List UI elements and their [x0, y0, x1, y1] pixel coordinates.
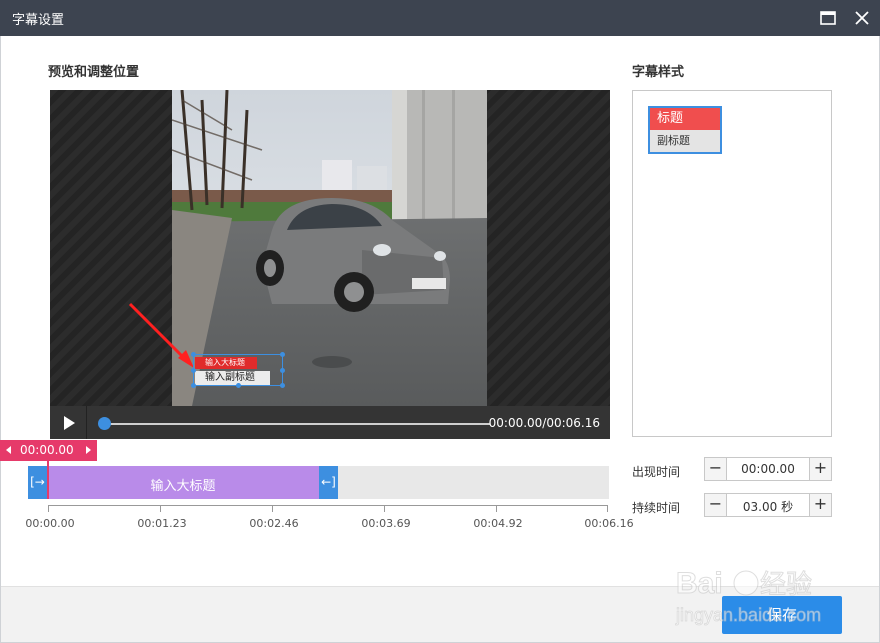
duration-label: 持续时间 [632, 501, 681, 515]
player-controls: 00:00.00/00:06.16 [50, 406, 610, 439]
playhead-time: 00:00.00 [20, 443, 74, 457]
subtitle-overlay[interactable]: 输入大标题 输入副标题 [191, 352, 285, 388]
clip-end-handle-icon[interactable]: ←] [319, 466, 338, 499]
overlay-title: 输入大标题 [195, 357, 257, 369]
time-ruler [48, 505, 608, 515]
plus-icon[interactable]: + [809, 458, 831, 480]
seek-knob[interactable] [98, 417, 111, 430]
playhead-marker[interactable]: 00:00.00 [0, 440, 97, 461]
step-back-icon[interactable] [6, 446, 11, 454]
appear-time-value[interactable]: 00:00.00 [728, 462, 808, 476]
duration-value[interactable]: 03.00 秒 [728, 498, 808, 515]
title-bar: 字幕设置 [0, 0, 880, 36]
style-option-selected[interactable]: 标题 副标题 [648, 106, 722, 154]
ruler-label: 00:02.46 [249, 517, 299, 530]
timecode: 00:00.00/00:06.16 [488, 416, 600, 430]
duration-stepper: − 03.00 秒 + [704, 493, 832, 517]
clip-start-handle-icon[interactable]: [→ [28, 466, 47, 499]
ruler-label: 00:01.23 [137, 517, 187, 530]
style-list: 标题 副标题 [632, 90, 832, 437]
appear-time-label: 出现时间 [632, 465, 681, 479]
playhead-line [47, 461, 49, 499]
window-title: 字幕设置 [12, 13, 65, 28]
ruler-label: 00:03.69 [361, 517, 411, 530]
minus-icon[interactable]: − [705, 458, 727, 480]
seek-track[interactable] [100, 423, 490, 425]
play-icon[interactable] [60, 414, 78, 432]
timeline-track[interactable]: 输入大标题 [→ ←] [28, 466, 609, 499]
step-forward-icon[interactable] [86, 446, 91, 454]
close-icon[interactable] [850, 6, 874, 30]
appear-time-stepper: − 00:00.00 + [704, 457, 832, 481]
maximize-icon[interactable] [816, 6, 840, 30]
subtitle-clip[interactable]: 输入大标题 [28, 466, 338, 499]
preview-section-title: 预览和调整位置 [48, 65, 140, 80]
ruler-label: 00:04.92 [473, 517, 523, 530]
ruler-label: 00:06.16 [584, 517, 634, 530]
ruler-label: 00:00.00 [25, 517, 75, 530]
plus-icon[interactable]: + [809, 494, 831, 516]
save-button[interactable]: 保存 [722, 596, 842, 634]
minus-icon[interactable]: − [705, 494, 727, 516]
control-divider [86, 406, 87, 439]
video-preview[interactable]: 输入大标题 输入副标题 [50, 90, 610, 406]
style-subtitle-preview: 副标题 [650, 130, 720, 152]
clip-label: 输入大标题 [150, 479, 216, 494]
style-title-preview: 标题 [650, 108, 720, 130]
overlay-subtitle: 输入副标题 [195, 371, 270, 385]
style-section-title: 字幕样式 [632, 65, 685, 80]
